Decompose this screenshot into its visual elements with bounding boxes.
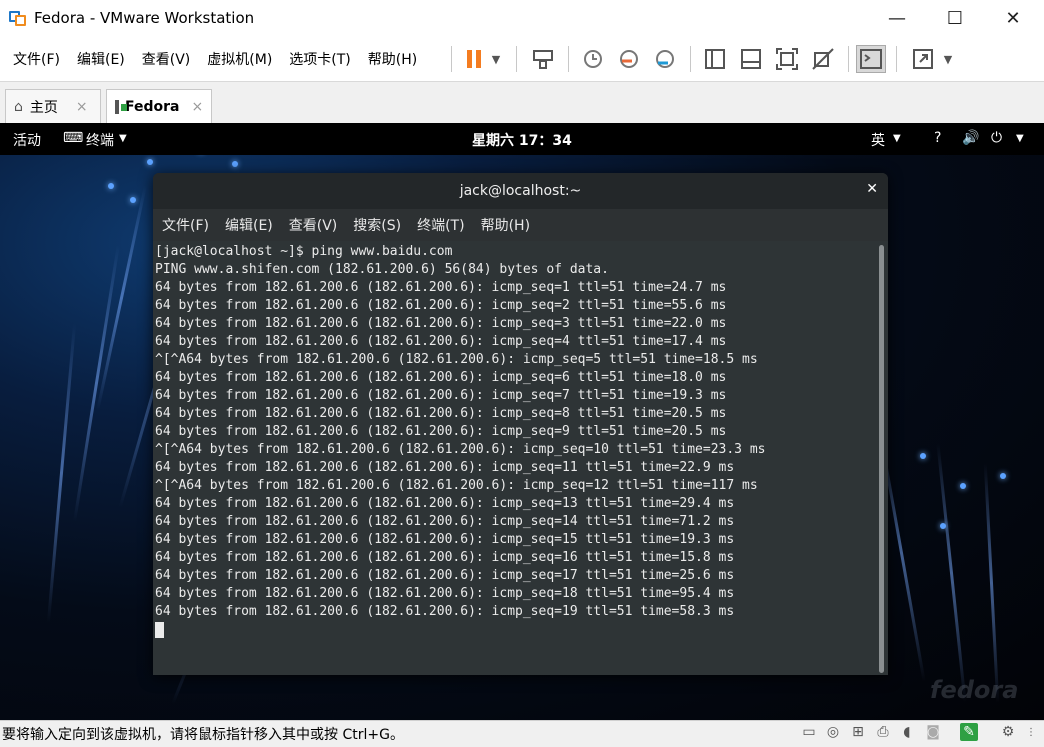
thumbnail-view-icon[interactable] (736, 45, 766, 73)
terminal-line: 64 bytes from 182.61.200.6 (182.61.200.6… (155, 388, 727, 403)
tab-fedora[interactable]: Fedora × (106, 89, 212, 124)
volume-icon[interactable]: 🔊 (962, 130, 979, 146)
tab-bar: ⌂ 主页 × Fedora × (0, 83, 1044, 124)
tab-home-label: 主页 (29, 99, 58, 116)
terminal-menu-terminal[interactable]: 终端(T) (417, 215, 464, 235)
terminal-line: 64 bytes from 182.61.200.6 (182.61.200.6… (155, 334, 727, 349)
terminal-line: 64 bytes from 182.61.200.6 (182.61.200.6… (155, 370, 727, 385)
terminal-line: 64 bytes from 182.61.200.6 (182.61.200.6… (155, 424, 727, 439)
terminal-line: 64 bytes from 182.61.200.6 (182.61.200.6… (155, 586, 735, 601)
terminal-scrollbar[interactable] (879, 245, 884, 673)
console-view-icon[interactable] (856, 45, 886, 73)
terminal-line: 64 bytes from 182.61.200.6 (182.61.200.6… (155, 316, 727, 331)
usb-icon[interactable]: ⎙ (874, 723, 892, 741)
menu-bar: 文件(F) 编辑(E) 查看(V) 虚拟机(M) 选项卡(T) 帮助(H) (0, 36, 1044, 82)
terminal-line: 64 bytes from 182.61.200.6 (182.61.200.6… (155, 496, 735, 511)
full-screen-icon[interactable] (772, 45, 802, 73)
power-icon[interactable]: ⏻ (991, 130, 1002, 146)
terminal-line: ^[^A64 bytes from 182.61.200.6 (182.61.2… (155, 352, 758, 367)
power-dropdown-chevron-icon[interactable]: ▼ (486, 45, 506, 73)
window-title: Fedora - VMware Workstation (34, 9, 255, 27)
terminal-menu-help[interactable]: 帮助(H) (481, 215, 530, 235)
terminal-line: 64 bytes from 182.61.200.6 (182.61.200.6… (155, 460, 735, 475)
hard-disk-icon[interactable]: ▭ (800, 723, 818, 741)
camera-icon[interactable]: ◙ (924, 723, 942, 741)
terminal-close-icon[interactable]: ✕ (866, 181, 878, 197)
terminal-menu-search[interactable]: 搜索(S) (353, 215, 401, 235)
menu-tabs[interactable]: 选项卡(T) (289, 49, 350, 69)
app-menu-label[interactable]: 终端 (86, 130, 114, 150)
menu-help[interactable]: 帮助(H) (368, 49, 417, 69)
terminal-titlebar[interactable]: jack@localhost:~ ✕ (153, 173, 888, 209)
send-ctrl-alt-del-icon[interactable] (528, 45, 558, 73)
vmware-app-icon (9, 9, 27, 27)
terminal-output[interactable]: [jack@localhost ~]$ ping www.baidu.com P… (153, 241, 888, 675)
vm-display[interactable]: 活动 ⌨ 终端 ▼ 星期六 17：34 英 ▼ ? 🔊 ⏻ ▼ jack@loc… (0, 123, 1044, 720)
terminal-cursor (155, 621, 164, 638)
terminal-menu-bar: 文件(F) 编辑(E) 查看(V) 搜索(S) 终端(T) 帮助(H) (153, 209, 888, 241)
menu-vm[interactable]: 虚拟机(M) (207, 49, 272, 69)
close-button[interactable]: ✕ (984, 0, 1042, 36)
terminal-cursor-line (155, 621, 888, 639)
devices-icon[interactable]: ⚙ (999, 723, 1017, 741)
system-menu-chevron-icon[interactable]: ▼ (1016, 133, 1024, 144)
messages-icon[interactable]: ✎ (960, 723, 978, 741)
terminal-menu-edit[interactable]: 编辑(E) (225, 215, 273, 235)
suspend-icon[interactable] (459, 45, 489, 73)
vm-icon (115, 100, 127, 114)
terminal-line: 64 bytes from 182.61.200.6 (182.61.200.6… (155, 604, 735, 619)
tab-fedora-label: Fedora (125, 99, 180, 115)
terminal-window[interactable]: jack@localhost:~ ✕ 文件(F) 编辑(E) 查看(V) 搜索(… (153, 173, 888, 675)
terminal-line: ^[^A64 bytes from 182.61.200.6 (182.61.2… (155, 442, 766, 457)
tab-home[interactable]: ⌂ 主页 × (5, 89, 101, 123)
terminal-line: 64 bytes from 182.61.200.6 (182.61.200.6… (155, 280, 727, 295)
terminal-title: jack@localhost:~ (459, 183, 582, 199)
terminal-menu-view[interactable]: 查看(V) (289, 215, 338, 235)
cd-dvd-icon[interactable]: ◎ (824, 723, 842, 741)
sound-card-icon[interactable]: ◖ (898, 723, 916, 741)
clock[interactable]: 星期六 17：34 (472, 130, 572, 150)
window-titlebar: Fedora - VMware Workstation — ☐ ✕ (0, 0, 1044, 36)
stretch-guest-icon[interactable] (908, 45, 938, 73)
app-menu-chevron-icon[interactable]: ▼ (119, 133, 127, 144)
terminal-app-icon: ⌨ (63, 130, 84, 146)
terminal-line: 64 bytes from 182.61.200.6 (182.61.200.6… (155, 550, 735, 565)
unity-mode-icon[interactable] (808, 45, 838, 73)
input-method-indicator[interactable]: 英 (871, 130, 885, 150)
minimize-button[interactable]: — (868, 0, 926, 36)
fedora-wallpaper-logo: fedora (930, 676, 1019, 704)
tab-fedora-close-icon[interactable]: × (191, 99, 203, 115)
menu-file[interactable]: 文件(F) (13, 49, 60, 69)
input-method-chevron-icon[interactable]: ▼ (893, 133, 901, 144)
status-more-icon[interactable]: ⋮ (1022, 723, 1040, 741)
menu-view[interactable]: 查看(V) (142, 49, 191, 69)
terminal-menu-file[interactable]: 文件(F) (162, 215, 209, 235)
terminal-line: [jack@localhost ~]$ ping www.baidu.com (155, 244, 453, 259)
terminal-line: 64 bytes from 182.61.200.6 (182.61.200.6… (155, 298, 727, 313)
menu-edit[interactable]: 编辑(E) (77, 49, 125, 69)
revert-snapshot-icon[interactable] (614, 45, 644, 73)
tab-home-close-icon[interactable]: × (76, 99, 88, 115)
network-adapter-icon[interactable]: ⊞ (849, 723, 867, 741)
maximize-button[interactable]: ☐ (926, 0, 984, 36)
activities-button[interactable]: 活动 (13, 130, 41, 150)
sidebar-view-icon[interactable] (700, 45, 730, 73)
network-icon[interactable]: ? (934, 130, 941, 146)
terminal-line: PING www.a.shifen.com (182.61.200.6) 56(… (155, 262, 609, 277)
snapshot-manager-icon[interactable] (650, 45, 680, 73)
terminal-line: 64 bytes from 182.61.200.6 (182.61.200.6… (155, 406, 727, 421)
terminal-line: 64 bytes from 182.61.200.6 (182.61.200.6… (155, 532, 735, 547)
home-icon: ⌂ (14, 98, 23, 115)
status-message: 要将输入定向到该虚拟机，请将鼠标指针移入其中或按 Ctrl+G。 (2, 727, 404, 743)
stretch-dropdown-chevron-icon[interactable]: ▼ (938, 45, 958, 73)
terminal-line: ^[^A64 bytes from 182.61.200.6 (182.61.2… (155, 478, 758, 493)
snapshot-icon[interactable] (578, 45, 608, 73)
terminal-line: 64 bytes from 182.61.200.6 (182.61.200.6… (155, 568, 735, 583)
terminal-line: 64 bytes from 182.61.200.6 (182.61.200.6… (155, 514, 735, 529)
gnome-top-bar: 活动 ⌨ 终端 ▼ 星期六 17：34 英 ▼ ? 🔊 ⏻ ▼ (0, 123, 1044, 155)
